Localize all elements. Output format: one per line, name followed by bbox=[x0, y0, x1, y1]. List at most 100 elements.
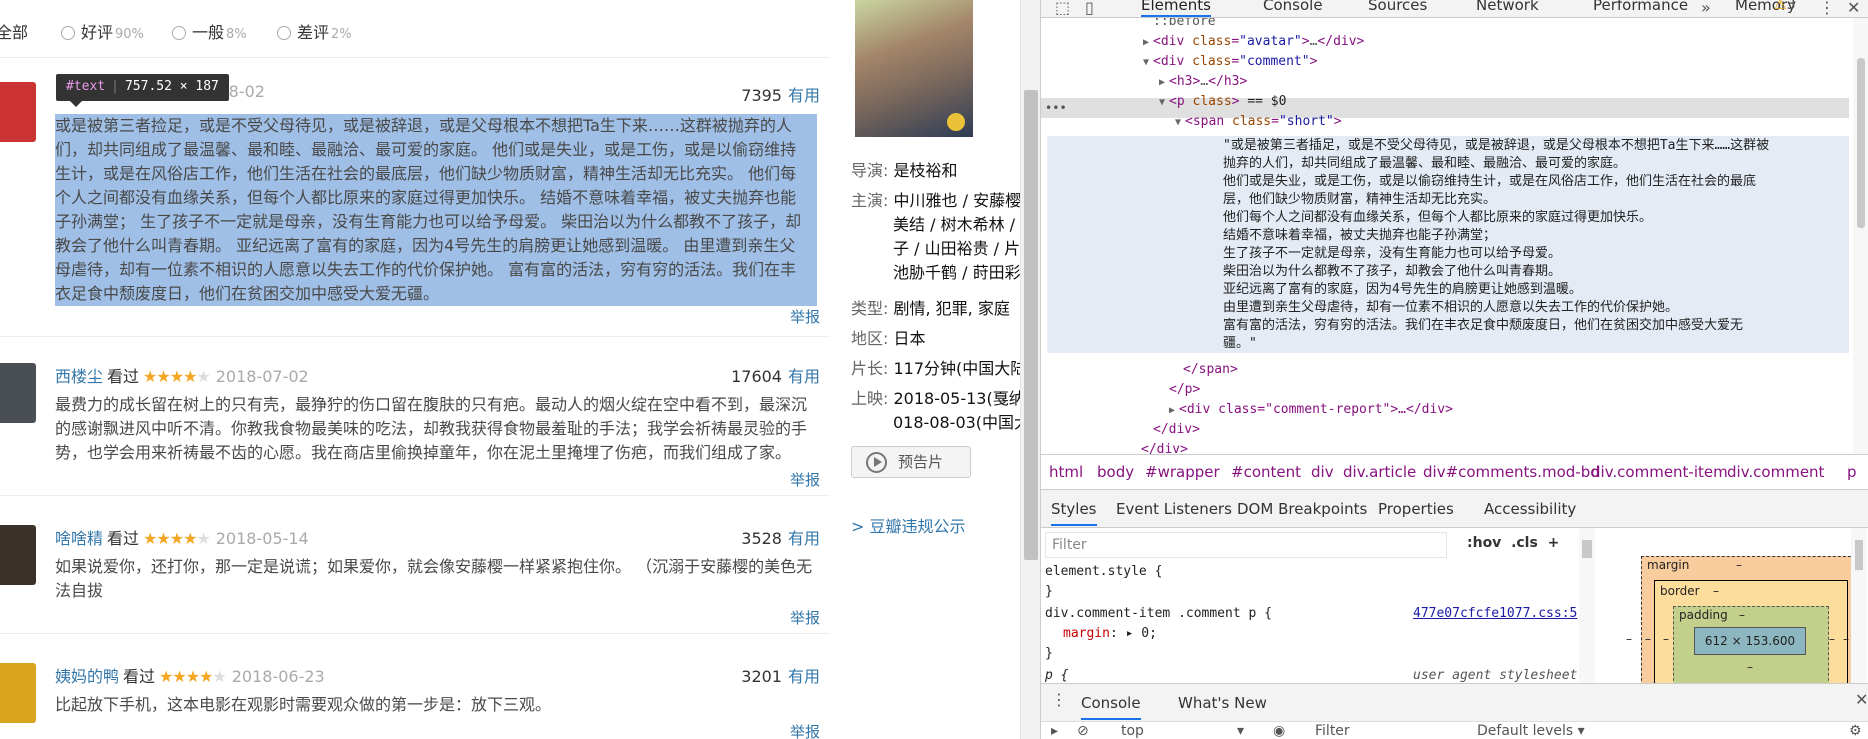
more-tabs-button[interactable]: » bbox=[1701, 0, 1711, 17]
context-selector[interactable]: top bbox=[1121, 723, 1144, 739]
radio-icon[interactable] bbox=[61, 26, 75, 40]
breadcrumb-item[interactable]: div.comment bbox=[1727, 463, 1824, 481]
scrollbar-thumb[interactable] bbox=[1582, 540, 1592, 558]
close-icon[interactable]: ✕ bbox=[1847, 0, 1860, 17]
warnings-indicator[interactable]: ⚠3 bbox=[1774, 0, 1795, 13]
box-model-content[interactable]: 612 × 153.600 bbox=[1694, 627, 1806, 655]
drawer-close-icon[interactable]: ✕ bbox=[1855, 690, 1868, 709]
info-value[interactable]: 中川雅也 / 安藤樱 bbox=[894, 191, 1021, 210]
info-value[interactable]: 美结 / 树木希林 / bbox=[893, 215, 1015, 234]
tab-network[interactable]: Network bbox=[1476, 0, 1539, 14]
breadcrumb-item[interactable]: html bbox=[1049, 463, 1083, 481]
hov-toggle[interactable]: :hov bbox=[1467, 535, 1501, 551]
dom-closing-tag[interactable]: </div> bbox=[1153, 420, 1200, 440]
useful-button[interactable]: 有用 bbox=[788, 367, 820, 386]
filter-negative[interactable]: 差评 2% bbox=[277, 19, 352, 43]
avatar[interactable] bbox=[0, 663, 36, 723]
breadcrumb-item[interactable]: div#comments.mod-bd bbox=[1423, 463, 1600, 481]
eye-icon[interactable]: ◉ bbox=[1273, 723, 1285, 739]
clear-console-icon[interactable]: ⊘ bbox=[1077, 723, 1089, 739]
css-value[interactable]: 0; bbox=[1141, 626, 1157, 641]
dom-closing-tag[interactable]: </p> bbox=[1169, 380, 1200, 400]
dom-node[interactable]: ▼ <span class="short"> bbox=[1175, 112, 1342, 133]
filter-positive[interactable]: 好评 90% bbox=[61, 19, 144, 43]
drawer-tab-whats-new[interactable]: What's New bbox=[1178, 694, 1267, 712]
trailer-button[interactable]: 预告片 bbox=[851, 446, 971, 478]
dom-node[interactable]: ▼ <div class="comment"> bbox=[1143, 52, 1317, 73]
username-link[interactable]: 啥啥精 bbox=[55, 529, 103, 548]
dom-closing-tag[interactable]: </div> bbox=[1141, 440, 1188, 454]
info-value[interactable]: 池胁千鹤 / 莳田彩 bbox=[893, 263, 1020, 282]
dom-node[interactable]: ▶ <div class="avatar">…</div> bbox=[1143, 32, 1364, 53]
info-value[interactable]: 是枝裕和 bbox=[894, 161, 958, 180]
drawer-menu-icon[interactable]: ⋮ bbox=[1051, 690, 1067, 709]
avatar[interactable] bbox=[0, 525, 36, 585]
css-declaration[interactable]: margin: ▸ 0; bbox=[1063, 626, 1157, 641]
info-value[interactable]: 子 / 山田裕贵 / 片 bbox=[893, 239, 1020, 258]
avatar[interactable] bbox=[0, 363, 36, 423]
tab-event-listeners[interactable]: Event Listeners bbox=[1116, 500, 1232, 518]
stylesheet-link[interactable]: 477e07cfcfe1077.css:5 bbox=[1413, 606, 1577, 621]
breadcrumb-item[interactable]: body bbox=[1097, 463, 1134, 481]
cls-toggle[interactable]: .cls bbox=[1511, 535, 1538, 551]
log-levels-select[interactable]: Default levels ▾ bbox=[1477, 723, 1585, 739]
breadcrumb-item[interactable]: div.article bbox=[1343, 463, 1416, 481]
drawer-tab-console[interactable]: Console bbox=[1081, 694, 1141, 720]
report-link[interactable]: 举报 bbox=[790, 721, 820, 739]
breadcrumb-item[interactable]: p bbox=[1847, 463, 1857, 481]
movie-poster[interactable] bbox=[855, 0, 973, 137]
css-property[interactable]: margin bbox=[1063, 626, 1110, 641]
tab-styles[interactable]: Styles bbox=[1051, 500, 1097, 526]
node-actions-icon[interactable]: ••• bbox=[1045, 98, 1067, 118]
scrollbar-thumb[interactable] bbox=[1857, 58, 1865, 228]
filter-neutral[interactable]: 一般 8% bbox=[172, 19, 247, 43]
useful-button[interactable]: 有用 bbox=[788, 86, 820, 105]
dom-closing-tag[interactable]: </span> bbox=[1183, 360, 1238, 380]
radio-icon[interactable] bbox=[277, 26, 291, 40]
device-toolbar-icon[interactable]: ▯ bbox=[1085, 0, 1094, 17]
css-selector[interactable]: element.style { bbox=[1045, 564, 1162, 579]
dom-node[interactable]: ▶ <h3>…</h3> bbox=[1159, 72, 1247, 93]
scrollbar-thumb[interactable] bbox=[1024, 90, 1038, 560]
console-filter-input[interactable]: Filter bbox=[1315, 723, 1350, 739]
report-link[interactable]: 举报 bbox=[790, 607, 820, 628]
styles-filter-input[interactable]: Filter bbox=[1045, 532, 1447, 558]
dom-tree-scrollbar[interactable] bbox=[1853, 18, 1868, 454]
report-link[interactable]: 举报 bbox=[790, 306, 820, 327]
breadcrumb-item[interactable]: div.comment-item bbox=[1591, 463, 1728, 481]
breadcrumb-item[interactable]: #content bbox=[1231, 463, 1301, 481]
dom-node-selected[interactable]: ▼ <p class> == $0 bbox=[1159, 92, 1286, 113]
dom-node[interactable]: ▶ <div class="comment-report">…</div> bbox=[1169, 400, 1453, 421]
useful-button[interactable]: 有用 bbox=[788, 529, 820, 548]
kebab-menu-icon[interactable]: ⋮ bbox=[1819, 0, 1835, 17]
tab-properties[interactable]: Properties bbox=[1378, 500, 1454, 518]
inspect-element-icon[interactable]: ⬚ bbox=[1055, 0, 1070, 17]
console-sidebar-icon[interactable]: ▸ bbox=[1051, 723, 1058, 739]
console-settings-icon[interactable]: ⚙ bbox=[1849, 723, 1862, 739]
avatar[interactable] bbox=[0, 82, 36, 142]
username-link[interactable]: 姨妈的鸭 bbox=[55, 667, 119, 686]
css-selector[interactable]: div.comment-item .comment p { bbox=[1045, 606, 1272, 621]
report-link[interactable]: 举报 bbox=[790, 469, 820, 490]
radio-icon[interactable] bbox=[172, 26, 186, 40]
add-rule-icon[interactable]: + bbox=[1548, 535, 1560, 551]
scrollbar-thumb[interactable] bbox=[1855, 540, 1863, 570]
tab-accessibility[interactable]: Accessibility bbox=[1484, 500, 1576, 518]
breadcrumb-item[interactable]: #wrapper bbox=[1145, 463, 1220, 481]
tab-elements[interactable]: Elements bbox=[1141, 0, 1211, 17]
tab-performance[interactable]: Performance bbox=[1593, 0, 1688, 14]
filter-all[interactable]: 全部 bbox=[0, 19, 28, 43]
dom-node[interactable]: ::before bbox=[1153, 18, 1216, 32]
tab-console[interactable]: Console bbox=[1263, 0, 1323, 14]
tab-sources[interactable]: Sources bbox=[1368, 0, 1427, 14]
violation-notice-link[interactable]: > 豆瓣违规公示 bbox=[851, 513, 966, 537]
tab-dom-breakpoints[interactable]: DOM Breakpoints bbox=[1237, 500, 1367, 518]
css-selector[interactable]: p { bbox=[1045, 668, 1068, 683]
breadcrumb-item[interactable]: div bbox=[1311, 463, 1334, 481]
context-dropdown-icon[interactable]: ▾ bbox=[1237, 723, 1244, 739]
styles-scrollbar[interactable] bbox=[1579, 528, 1595, 683]
box-model-scrollbar[interactable] bbox=[1851, 528, 1867, 683]
useful-button[interactable]: 有用 bbox=[788, 667, 820, 686]
username-link[interactable]: 西楼尘 bbox=[55, 367, 103, 386]
page-scrollbar[interactable] bbox=[1020, 0, 1040, 739]
